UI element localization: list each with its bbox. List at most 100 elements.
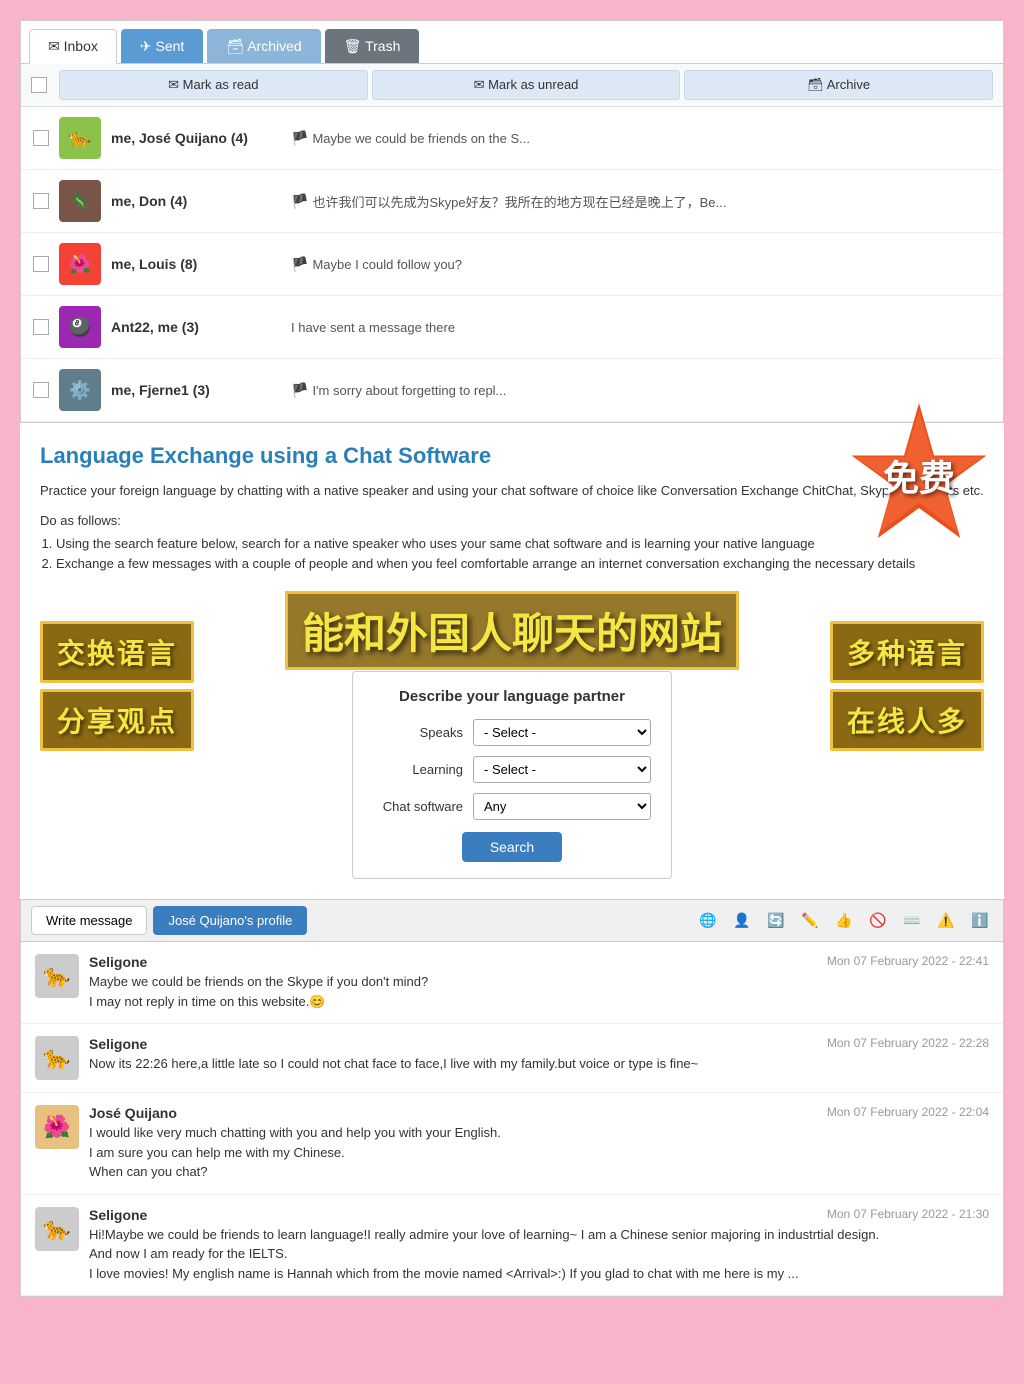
archive-icon: 🗃 (226, 38, 247, 54)
avatar: 🌺 (35, 1105, 79, 1149)
chat-text: Maybe we could be friends on the Skype i… (89, 972, 989, 1011)
left-banners: 交换语言 分享观点 (40, 621, 194, 757)
speaks-label: Speaks (373, 725, 463, 740)
message-preview: 🏴 Maybe we could be friends on the S... (291, 130, 530, 147)
chat-text: I would like very much chatting with you… (89, 1123, 989, 1182)
sent-icon: ✈ (140, 38, 156, 54)
select-all-checkbox[interactable] (31, 77, 47, 93)
chat-time: Mon 07 February 2022 - 22:28 (827, 1036, 989, 1050)
chat-tab-bar: Write message José Quijano's profile 🌐 👤… (21, 900, 1003, 942)
chat-message: 🐆 Seligone Mon 07 February 2022 - 22:28 … (21, 1024, 1003, 1093)
chat-sender: Seligone (89, 954, 147, 970)
main-chinese-text: 能和外国人聊天的网站 (285, 591, 739, 670)
chat-action-icons: 🌐 👤 🔄 ✏️ 👍 🚫 ⌨️ ⚠️ ℹ️ (695, 908, 993, 934)
chat-sender: Seligone (89, 1036, 147, 1052)
search-button[interactable]: Search (462, 832, 562, 862)
sender-name: Ant22, me (3) (111, 319, 281, 335)
avatar: 🐆 (35, 954, 79, 998)
avatar: 🎱 (59, 306, 101, 348)
learning-select[interactable]: - Select - (473, 756, 651, 783)
chat-software-label: Chat software (373, 799, 463, 814)
search-widget-title: Describe your language partner (373, 688, 651, 705)
user-icon[interactable]: 👤 (729, 908, 755, 934)
avatar: 🦎 (59, 180, 101, 222)
speaks-select[interactable]: - Select - (473, 719, 651, 746)
right-banners: 多种语言 在线人多 (830, 621, 984, 757)
mark-unread-icon: ✉ (474, 77, 489, 92)
tab-archived[interactable]: 🗃 Archived (207, 29, 320, 63)
chat-text: Now its 22:26 here,a little late so I co… (89, 1054, 989, 1074)
table-row[interactable]: 🦎 me, Don (4) 🏴 也许我们可以先成为Skype好友？我所在的地方现… (21, 170, 1003, 233)
chat-software-row: Chat software Any (373, 793, 651, 820)
message-preview: 🏴 Maybe I could follow you? (291, 256, 462, 273)
thumbs-up-icon[interactable]: 👍 (831, 908, 857, 934)
avatar: 🐆 (35, 1036, 79, 1080)
row-checkbox[interactable] (33, 256, 49, 272)
row-checkbox[interactable] (33, 319, 49, 335)
sender-name: me, Louis (8) (111, 256, 281, 272)
row-checkbox[interactable] (33, 130, 49, 146)
chat-section: Write message José Quijano's profile 🌐 👤… (20, 899, 1004, 1297)
refresh-icon[interactable]: 🔄 (763, 908, 789, 934)
tab-write-message[interactable]: Write message (31, 906, 147, 935)
message-content: Seligone Mon 07 February 2022 - 21:30 Hi… (89, 1207, 989, 1284)
lang-desc: Practice your foreign language by chatti… (40, 481, 984, 501)
chat-message: 🐆 Seligone Mon 07 February 2022 - 22:41 … (21, 942, 1003, 1024)
learning-row: Learning - Select - (373, 756, 651, 783)
lang-section: 免费 Language Exchange using a Chat Softwa… (20, 423, 1004, 899)
avatar: ⚙️ (59, 369, 101, 411)
avatar: 🐆 (35, 1207, 79, 1251)
tab-bar: ✉ Inbox ✈ Sent 🗃 Archived 🗑 Trash (21, 21, 1003, 64)
trash-icon: 🗑 (344, 38, 365, 54)
message-preview: I have sent a message there (291, 320, 455, 335)
lang-exchange-wrapper: 免费 Language Exchange using a Chat Softwa… (20, 423, 1004, 899)
flag-icon: 🏴 (291, 256, 308, 273)
chat-sender: José Quijano (89, 1105, 177, 1121)
keyboard-icon[interactable]: ⌨️ (899, 908, 925, 934)
chat-time: Mon 07 February 2022 - 21:30 (827, 1207, 989, 1221)
tab-trash[interactable]: 🗑 Trash (325, 29, 420, 63)
table-row[interactable]: 🎱 Ant22, me (3) I have sent a message th… (21, 296, 1003, 359)
archive-button[interactable]: 🗃 Archive (684, 70, 993, 100)
chat-message: 🌺 José Quijano Mon 07 February 2022 - 22… (21, 1093, 1003, 1195)
mark-unread-button[interactable]: ✉ Mark as unread (372, 70, 681, 100)
speaks-row: Speaks - Select - (373, 719, 651, 746)
chat-software-select[interactable]: Any (473, 793, 651, 820)
message-preview: 🏴 I'm sorry about forgetting to repl... (291, 382, 506, 399)
archive-btn-icon: 🗃 (807, 77, 826, 92)
message-toolbar: ✉ Mark as read ✉ Mark as unread 🗃 Archiv… (21, 64, 1003, 107)
inbox-section: ✉ Inbox ✈ Sent 🗃 Archived 🗑 Trash ✉ Mark… (20, 20, 1004, 423)
row-checkbox[interactable] (33, 382, 49, 398)
tab-inbox[interactable]: ✉ Inbox (29, 29, 117, 64)
step-2: Exchange a few messages with a couple of… (56, 554, 984, 575)
tab-sent[interactable]: ✈ Sent (121, 29, 203, 63)
learning-label: Learning (373, 762, 463, 777)
flag-icon: 🏴 (291, 130, 308, 147)
starburst-text: 免费 (883, 449, 955, 501)
globe-icon[interactable]: 🌐 (695, 908, 721, 934)
warning-icon[interactable]: ⚠️ (933, 908, 959, 934)
tab-profile[interactable]: José Quijano's profile (153, 906, 307, 935)
avatar: 🐆 (59, 117, 101, 159)
avatar: 🌺 (59, 243, 101, 285)
chat-time: Mon 07 February 2022 - 22:04 (827, 1105, 989, 1119)
chat-message: 🐆 Seligone Mon 07 February 2022 - 21:30 … (21, 1195, 1003, 1297)
banner-area: 交换语言 分享观点 多种语言 在线人多 能和外国人聊天的网站 (40, 591, 984, 879)
sender-name: me, José Quijano (4) (111, 130, 281, 146)
lang-title: Language Exchange using a Chat Software (40, 443, 984, 469)
left-box-2: 分享观点 (40, 689, 194, 751)
chat-messages: 🐆 Seligone Mon 07 February 2022 - 22:41 … (21, 942, 1003, 1296)
info-icon[interactable]: ℹ️ (967, 908, 993, 934)
flag-icon: 🏴 (291, 193, 308, 210)
chat-text: Hi!Maybe we could be friends to learn la… (89, 1225, 989, 1284)
table-row[interactable]: 🐆 me, José Quijano (4) 🏴 Maybe we could … (21, 107, 1003, 170)
left-box-1: 交换语言 (40, 621, 194, 683)
lang-steps: Using the search feature below, search f… (40, 534, 984, 576)
mark-read-button[interactable]: ✉ Mark as read (59, 70, 368, 100)
table-row[interactable]: 🌺 me, Louis (8) 🏴 Maybe I could follow y… (21, 233, 1003, 296)
row-checkbox[interactable] (33, 193, 49, 209)
message-content: José Quijano Mon 07 February 2022 - 22:0… (89, 1105, 989, 1182)
edit-icon[interactable]: ✏️ (797, 908, 823, 934)
block-icon[interactable]: 🚫 (865, 908, 891, 934)
do-as-follows: Do as follows: (40, 513, 984, 528)
